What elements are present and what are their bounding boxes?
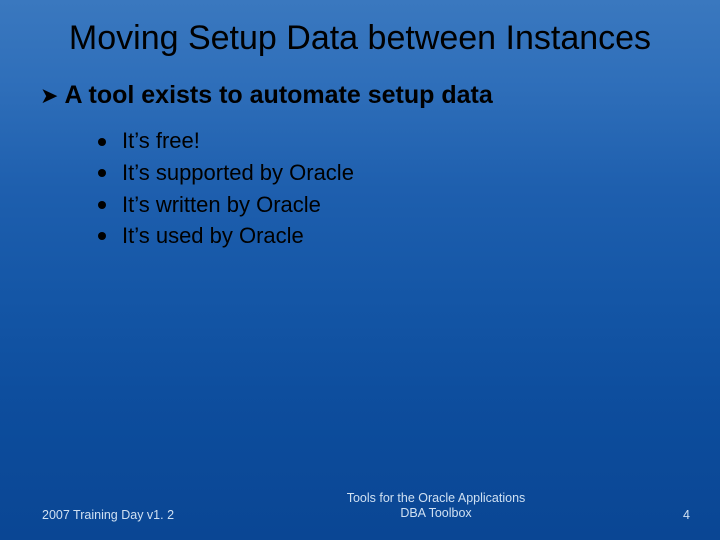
page-number: 4 xyxy=(630,508,690,522)
bullet-dot-icon xyxy=(98,138,106,146)
bullet-level2: It’s free! xyxy=(98,127,680,156)
bullet-level2: It’s used by Oracle xyxy=(98,222,680,251)
bullet-level1-text: A tool exists to automate setup data xyxy=(64,80,492,111)
bullet-level2-text: It’s supported by Oracle xyxy=(122,159,354,188)
bullet-level2: It’s written by Oracle xyxy=(98,191,680,220)
bullet-level2-text: It’s used by Oracle xyxy=(122,222,304,251)
footer-center: Tools for the Oracle Applications DBA To… xyxy=(242,491,630,522)
bullet-level1: ➤ A tool exists to automate setup data xyxy=(40,80,680,111)
chevron-right-icon: ➤ xyxy=(40,82,58,111)
bullet-level2: It’s supported by Oracle xyxy=(98,159,680,188)
bullet-level2-text: It’s free! xyxy=(122,127,200,156)
bullet-dot-icon xyxy=(98,169,106,177)
slide-footer: 2007 Training Day v1. 2 Tools for the Or… xyxy=(0,491,720,522)
bullet-dot-icon xyxy=(98,201,106,209)
bullet-dot-icon xyxy=(98,232,106,240)
footer-center-line1: Tools for the Oracle Applications xyxy=(242,491,630,507)
slide: Moving Setup Data between Instances ➤ A … xyxy=(0,0,720,540)
bullet-level2-text: It’s written by Oracle xyxy=(122,191,321,220)
slide-title: Moving Setup Data between Instances xyxy=(0,0,720,70)
slide-content: ➤ A tool exists to automate setup data I… xyxy=(0,70,720,251)
footer-left: 2007 Training Day v1. 2 xyxy=(42,508,242,522)
footer-center-line2: DBA Toolbox xyxy=(242,506,630,522)
sub-bullet-list: It’s free! It’s supported by Oracle It’s… xyxy=(40,121,680,250)
